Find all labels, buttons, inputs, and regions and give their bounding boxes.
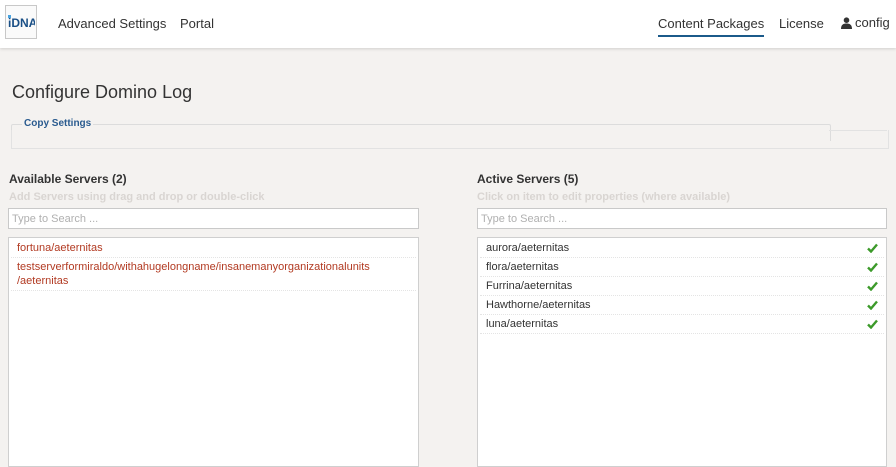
list-item[interactable]: Furrina/aeternitas — [480, 277, 884, 296]
nav-license[interactable]: License — [779, 16, 824, 31]
page-title: Configure Domino Log — [12, 82, 193, 102]
list-item[interactable]: Hawthorne/aeternitas — [480, 296, 884, 315]
check-icon — [867, 319, 878, 329]
list-item-label: luna/aeternitas — [486, 318, 559, 330]
check-icon — [867, 300, 878, 310]
copy-settings-fieldset-body — [11, 130, 889, 149]
top-navbar: iDNA Advanced Settings Portal Content Pa… — [0, 0, 896, 48]
available-search-input[interactable] — [8, 208, 419, 229]
list-item[interactable]: aurora/aeternitas — [480, 239, 884, 258]
list-item[interactable]: fortuna/aeternitas — [11, 239, 416, 258]
check-icon — [867, 243, 878, 253]
available-servers-title: Available Servers (2) — [9, 172, 127, 186]
list-item-label: Hawthorne/aeternitas — [486, 299, 591, 311]
nav-portal[interactable]: Portal — [180, 16, 214, 31]
svg-text:iDNA: iDNA — [8, 16, 35, 30]
brand-logo[interactable]: iDNA — [5, 5, 37, 39]
nav-advanced-settings[interactable]: Advanced Settings — [58, 16, 166, 31]
active-servers-title: Active Servers (5) — [477, 172, 579, 186]
list-item-label: aurora/aeternitas — [486, 242, 570, 254]
active-servers-list: aurora/aeternitas flora/aeternitas Furri… — [477, 237, 887, 467]
list-item[interactable]: flora/aeternitas — [480, 258, 884, 277]
active-search-input[interactable] — [477, 208, 887, 229]
check-icon — [867, 262, 878, 272]
idna-logo-icon: iDNA — [8, 15, 35, 30]
fieldset-divider — [829, 130, 887, 131]
available-servers-hint: Add Servers using drag and drop or doubl… — [9, 191, 265, 203]
user-name: config — [855, 15, 890, 30]
available-servers-list: fortuna/aeternitas testserverformiraldo/… — [8, 237, 419, 467]
list-item[interactable]: testserverformiraldo/withahugelongname/i… — [11, 258, 416, 291]
list-item[interactable]: luna/aeternitas — [480, 315, 884, 334]
check-icon — [867, 281, 878, 291]
list-item-label: Furrina/aeternitas — [486, 280, 573, 292]
copy-settings-legend[interactable]: Copy Settings — [22, 118, 94, 129]
user-menu[interactable]: config — [841, 15, 890, 30]
user-icon — [841, 16, 852, 29]
list-item-label: flora/aeternitas — [486, 261, 559, 273]
nav-content-packages[interactable]: Content Packages — [658, 16, 765, 37]
active-servers-hint: Click on item to edit properties (where … — [477, 191, 731, 203]
